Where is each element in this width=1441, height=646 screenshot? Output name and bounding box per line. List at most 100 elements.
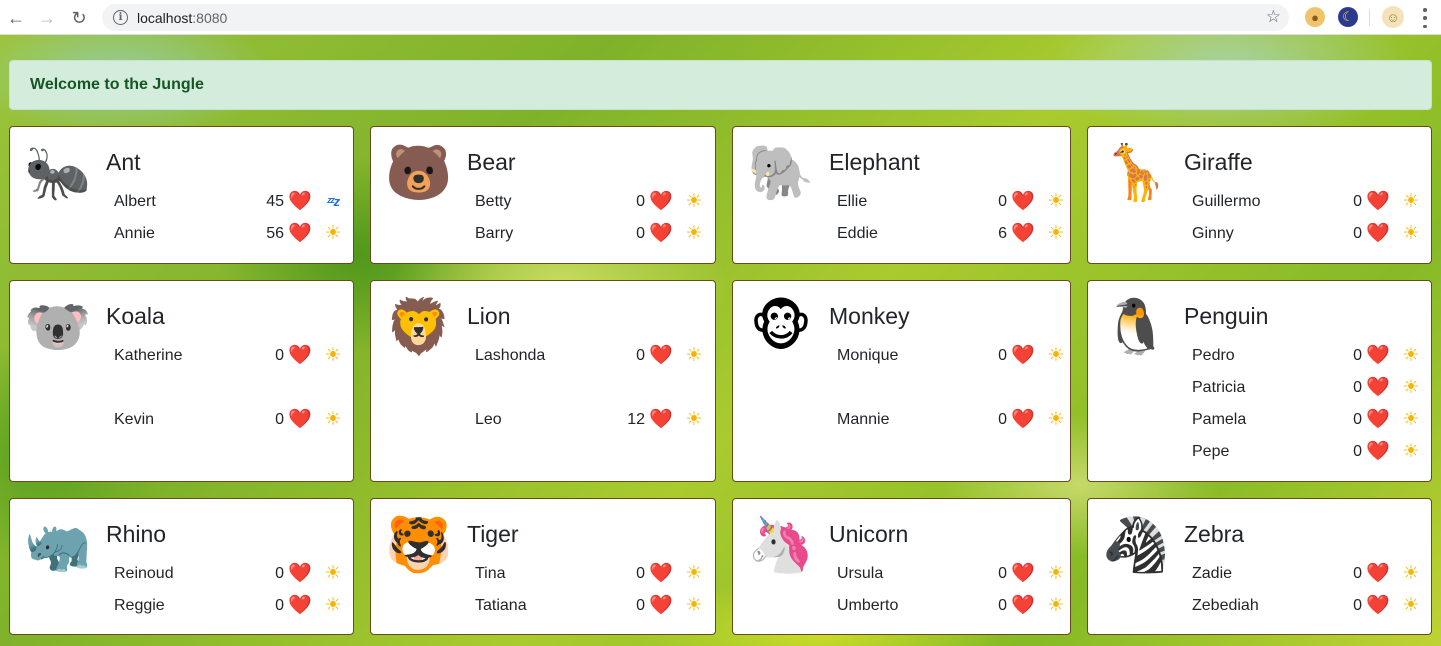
sun-icon[interactable]: ☀	[1400, 190, 1422, 214]
heart-icon[interactable]: ❤️	[649, 190, 673, 214]
animal-name: Zadie	[1192, 565, 1233, 582]
animal-row: Kevin 0 ❤️ ☀	[114, 408, 346, 432]
lion-icon: 🦁	[385, 297, 453, 357]
sun-icon[interactable]: ☀	[1045, 222, 1067, 246]
cookie-extension-icon[interactable]: ●	[1305, 7, 1325, 27]
profile-avatar-icon[interactable]: ☺	[1382, 6, 1404, 28]
heart-icon[interactable]: ❤️	[1366, 408, 1390, 432]
heart-icon[interactable]: ❤️	[288, 562, 312, 586]
sun-icon[interactable]: ☀	[683, 222, 705, 246]
sun-icon[interactable]: ☀	[1045, 344, 1067, 368]
heart-icon[interactable]: ❤️	[649, 222, 673, 246]
heart-icon[interactable]: ❤️	[288, 222, 312, 246]
sun-icon[interactable]: ☀	[322, 562, 344, 586]
heart-icon[interactable]: ❤️	[649, 562, 673, 586]
animal-row: Lashonda 0 ❤️ ☀	[475, 344, 707, 368]
heart-icon[interactable]: ❤️	[1366, 376, 1390, 400]
heart-icon[interactable]: ❤️	[1011, 222, 1035, 246]
back-arrow-icon[interactable]: ←	[4, 6, 28, 30]
sun-icon[interactable]: ☀	[322, 594, 344, 618]
animal-row: Ellie 0 ❤️ ☀	[837, 190, 1069, 214]
love-count: 6	[998, 225, 1007, 242]
sun-icon[interactable]: ☀	[1400, 344, 1422, 368]
sun-icon[interactable]: ☀	[683, 344, 705, 368]
heart-icon[interactable]: ❤️	[1011, 562, 1035, 586]
love-count: 0	[275, 597, 284, 614]
reload-icon[interactable]: ↻	[67, 6, 91, 30]
sun-icon[interactable]: ☀	[683, 594, 705, 618]
sun-icon[interactable]: ☀	[1400, 562, 1422, 586]
animal-row: Umberto 0 ❤️ ☀	[837, 594, 1069, 618]
love-count: 0	[275, 347, 284, 364]
love-count: 0	[1353, 443, 1362, 460]
sun-icon[interactable]: ☀	[322, 408, 344, 432]
animal-name: Betty	[475, 193, 512, 210]
sun-icon[interactable]: ☀	[1400, 376, 1422, 400]
love-count: 0	[636, 193, 645, 210]
sun-icon[interactable]: ☀	[1400, 440, 1422, 464]
heart-icon[interactable]: ❤️	[649, 344, 673, 368]
love-count: 56	[266, 225, 284, 242]
card-title: Zebra	[1184, 521, 1245, 547]
animal-name: Annie	[114, 225, 155, 242]
animal-row: Pamela 0 ❤️ ☀	[1192, 408, 1424, 432]
heart-icon[interactable]: ❤️	[1011, 190, 1035, 214]
animal-row: Reggie 0 ❤️ ☀	[114, 594, 346, 618]
love-count: 0	[636, 565, 645, 582]
sun-icon[interactable]: ☀	[1045, 562, 1067, 586]
sun-icon[interactable]: ☀	[683, 190, 705, 214]
love-count: 0	[998, 347, 1007, 364]
bookmark-star-icon[interactable]: ☆	[1266, 7, 1281, 27]
heart-icon[interactable]: ❤️	[1366, 440, 1390, 464]
elephant-icon: 🐘	[747, 143, 815, 203]
sun-icon[interactable]: ☀	[683, 408, 705, 432]
heart-icon[interactable]: ❤️	[1011, 344, 1035, 368]
sun-icon[interactable]: ☀	[322, 344, 344, 368]
love-count: 0	[998, 411, 1007, 428]
animal-name: Katherine	[114, 347, 183, 364]
jungle-page: Welcome to the Jungle 🐜 Ant Albert 45 ❤️ ᶻᶻz A…	[0, 35, 1441, 646]
card-title: Ant	[106, 149, 141, 175]
sun-icon[interactable]: ☀	[1400, 594, 1422, 618]
heart-icon[interactable]: ❤️	[1011, 594, 1035, 618]
heart-icon[interactable]: ❤️	[1366, 594, 1390, 618]
heart-icon[interactable]: ❤️	[288, 190, 312, 214]
sleep-icon[interactable]: ᶻᶻz	[322, 190, 344, 214]
heart-icon[interactable]: ❤️	[649, 594, 673, 618]
sun-icon[interactable]: ☀	[1045, 190, 1067, 214]
heart-icon[interactable]: ❤️	[1366, 222, 1390, 246]
animal-name: Patricia	[1192, 379, 1246, 396]
animal-row: Eddie 6 ❤️ ☀	[837, 222, 1069, 246]
sun-icon[interactable]: ☀	[322, 222, 344, 246]
animal-name: Reggie	[114, 597, 165, 614]
sun-icon[interactable]: ☀	[1045, 594, 1067, 618]
heart-icon[interactable]: ❤️	[1366, 190, 1390, 214]
site-info-icon[interactable]: i	[113, 10, 128, 25]
heart-icon[interactable]: ❤️	[288, 344, 312, 368]
sun-icon[interactable]: ☀	[1045, 408, 1067, 432]
sun-icon[interactable]: ☀	[1400, 222, 1422, 246]
sun-icon[interactable]: ☀	[1400, 408, 1422, 432]
animal-card-tiger: 🐯 Tiger Tina 0 ❤️ ☀ Tatiana 0 ❤️ ☀	[370, 498, 716, 635]
address-url[interactable]: localhost:8080	[137, 10, 227, 26]
heart-icon[interactable]: ❤️	[1366, 344, 1390, 368]
forward-arrow-icon[interactable]: →	[35, 6, 59, 30]
heart-icon[interactable]: ❤️	[1011, 408, 1035, 432]
sun-icon[interactable]: ☀	[683, 562, 705, 586]
address-bar[interactable]: i localhost:8080 ☆	[102, 4, 1289, 31]
browser-menu-icon[interactable]	[1418, 8, 1432, 28]
animal-name: Barry	[475, 225, 514, 242]
browser-toolbar: ← → ↻ i localhost:8080 ☆ ● ☾ ☺	[0, 0, 1441, 35]
heart-icon[interactable]: ❤️	[1366, 562, 1390, 586]
animal-name: Albert	[114, 193, 156, 210]
love-count: 0	[275, 411, 284, 428]
animal-row: Barry 0 ❤️ ☀	[475, 222, 707, 246]
moon-extension-icon[interactable]: ☾	[1338, 7, 1358, 27]
animal-card-bear: 🐻 Bear Betty 0 ❤️ ☀ Barry 0 ❤️ ☀	[370, 126, 716, 264]
heart-icon[interactable]: ❤️	[649, 408, 673, 432]
heart-icon[interactable]: ❤️	[288, 408, 312, 432]
animal-name: Pepe	[1192, 443, 1230, 460]
animal-name: Ursula	[837, 565, 884, 582]
heart-icon[interactable]: ❤️	[288, 594, 312, 618]
animal-name: Monique	[837, 347, 899, 364]
